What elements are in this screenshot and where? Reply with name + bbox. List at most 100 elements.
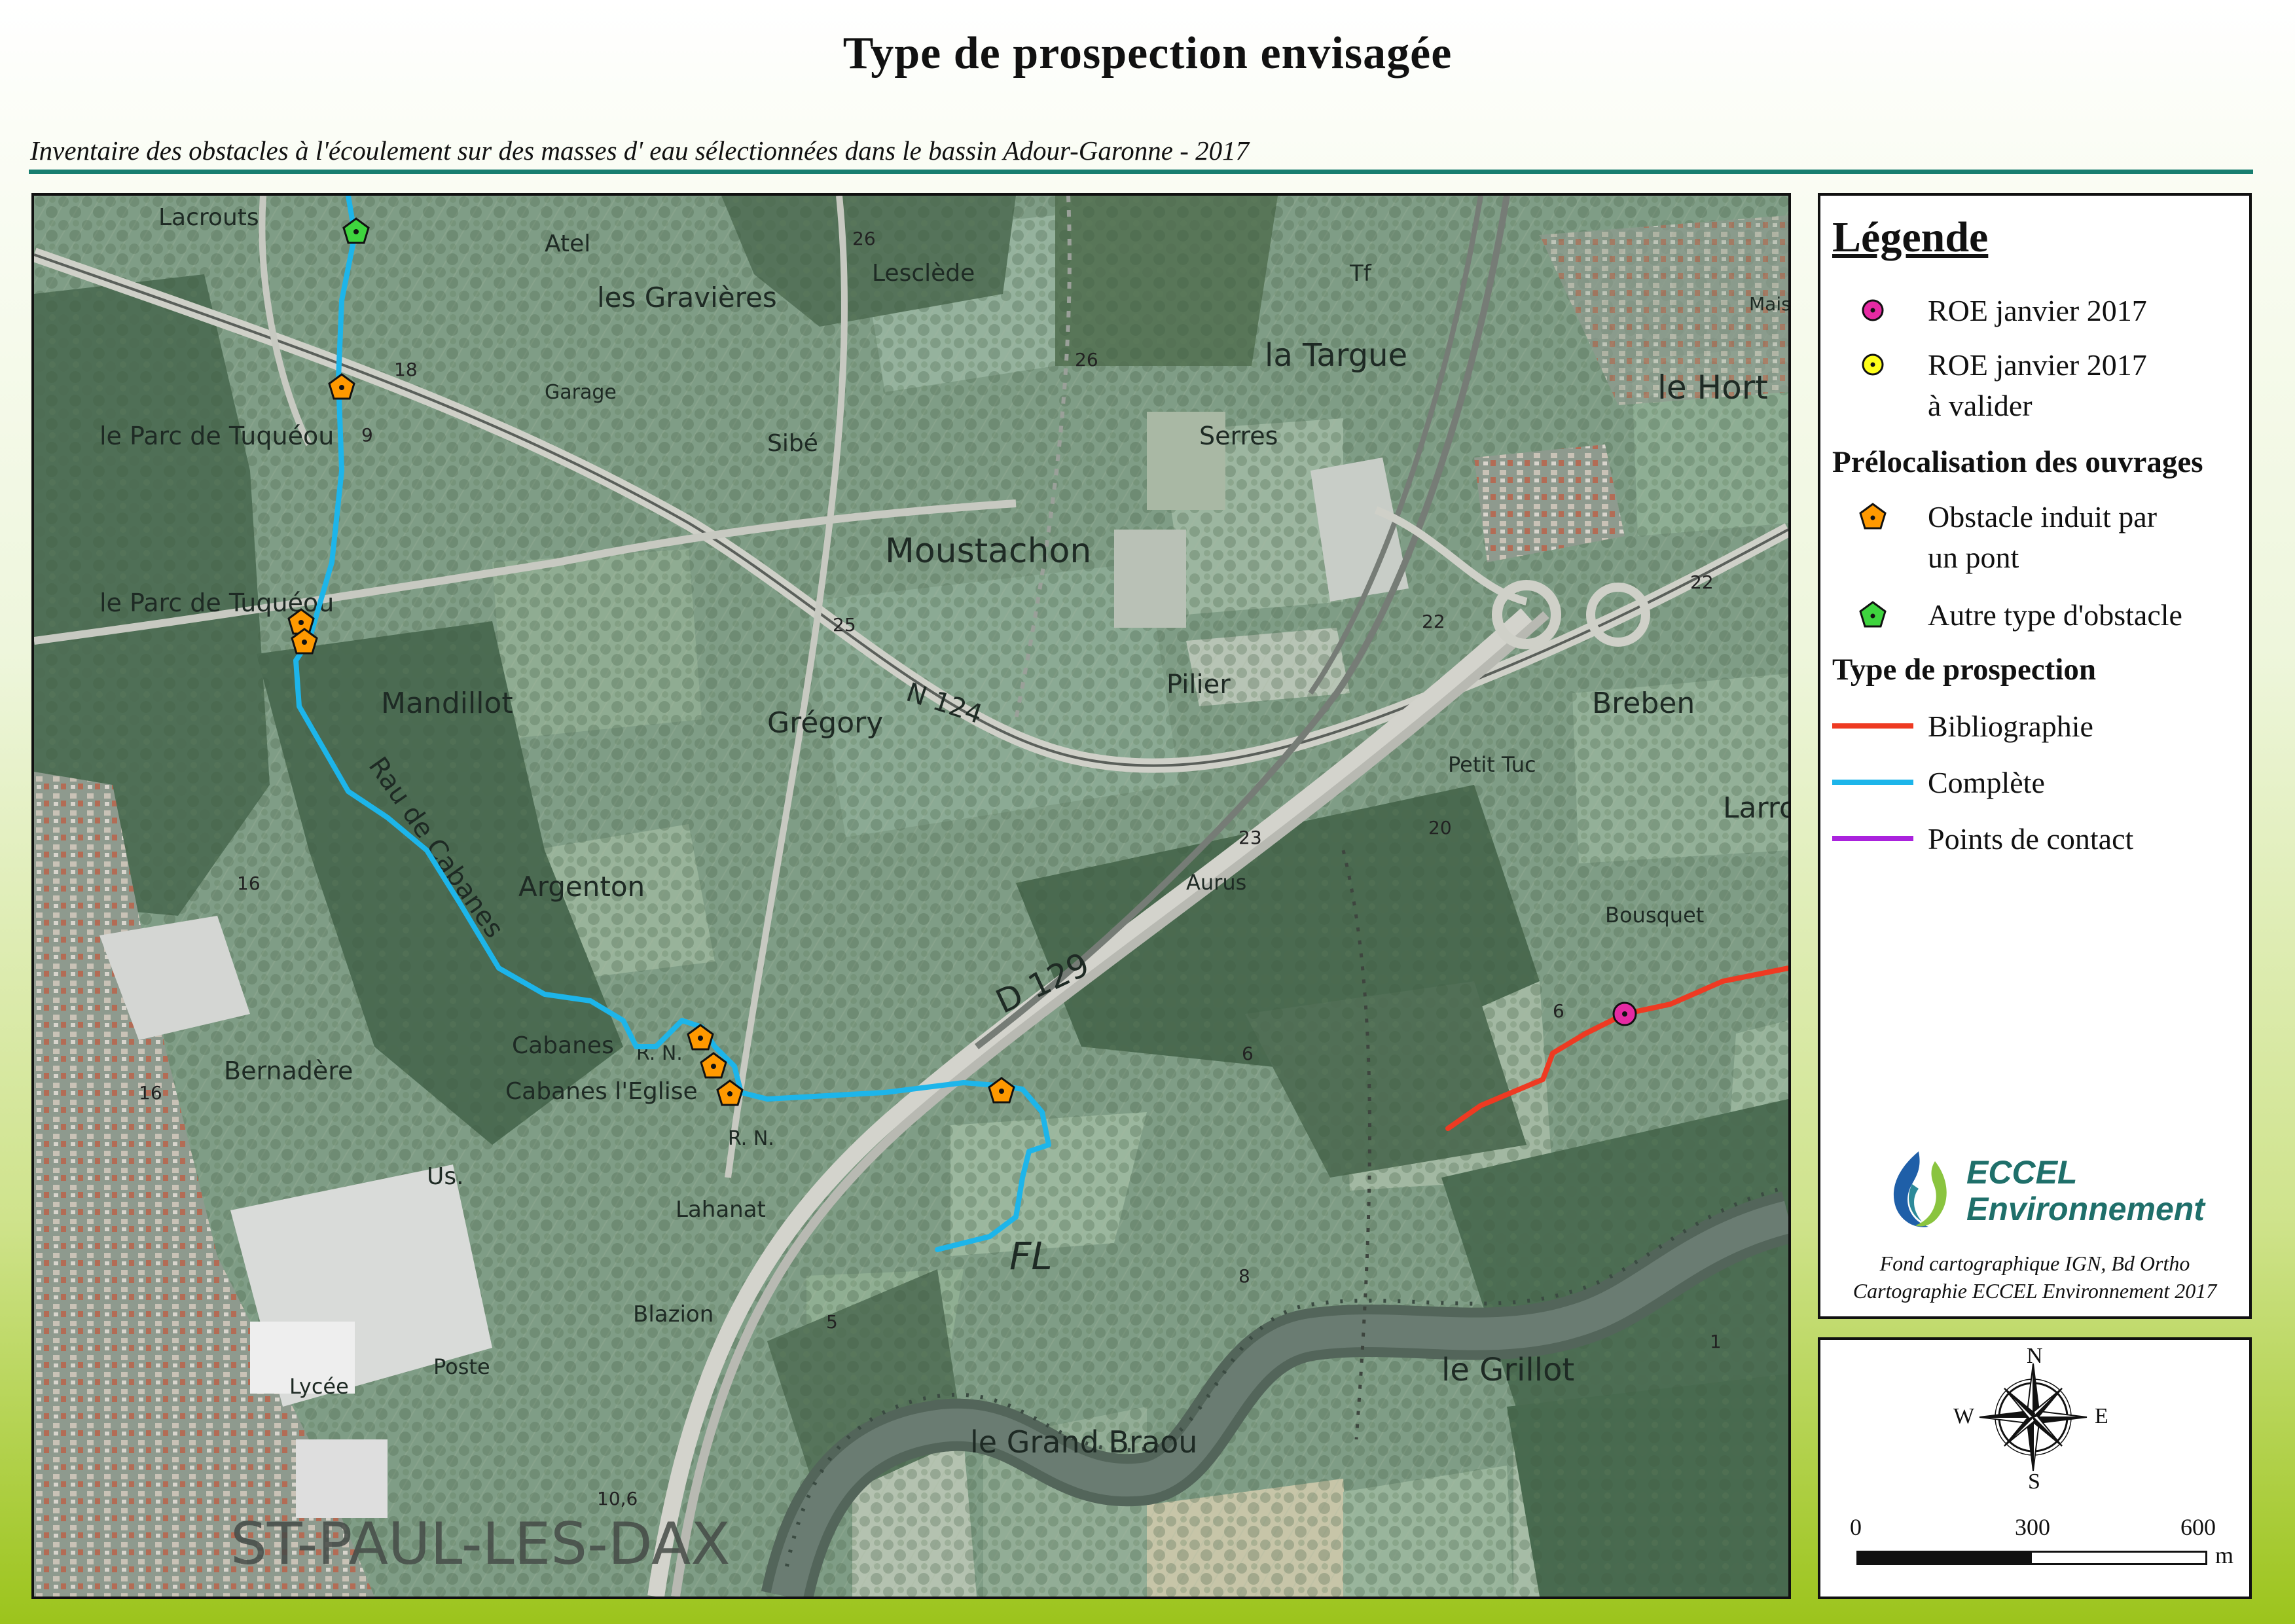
road-label: R. N.: [728, 1127, 774, 1150]
place-label: Lacrouts: [158, 204, 259, 231]
legend-item-biblio: Bibliographie: [1832, 706, 2093, 747]
spot-number: 26: [1075, 349, 1098, 370]
scale-tick-600: 600: [2180, 1514, 2216, 1540]
spot-number: 5: [826, 1311, 838, 1333]
legend-item-complete: Complète: [1832, 763, 2045, 803]
map-frame[interactable]: Lacrouts Atel les Gravières Lesclède la …: [31, 193, 1791, 1599]
scale-tick-0: 0: [1850, 1514, 1862, 1540]
place-label: Cabanes l'Eglise: [505, 1078, 698, 1105]
roe-marker[interactable]: [1612, 1001, 1637, 1026]
aerial-map[interactable]: Lacrouts Atel les Gravières Lesclède la …: [34, 196, 1788, 1597]
spot-number: 20: [1428, 817, 1452, 839]
place-label: Lesclède: [872, 260, 975, 287]
spot-number: 8: [1238, 1265, 1250, 1287]
logo-line2: Environnement: [1966, 1191, 2205, 1227]
place-label: la Targue: [1265, 337, 1407, 374]
road-label: Tf: [1349, 261, 1372, 287]
legend-item-roe: ROE janvier 2017: [1832, 291, 2147, 331]
place-label: le Grand Braou: [970, 1424, 1197, 1460]
legend-section-preloc: Prélocalisation des ouvrages: [1832, 445, 2203, 479]
legend-item-autre: Autre type d'obstacle: [1832, 595, 2182, 636]
legend-panel: Légende ROE janvier 2017 ROE janvier 201…: [1818, 193, 2252, 1319]
place-label: Argenton: [518, 871, 645, 903]
compass-scale-panel: N S E W 0 300 600 m: [1818, 1337, 2252, 1599]
place-label: Blazion: [633, 1301, 714, 1327]
compass-rose-icon: [1979, 1363, 2087, 1471]
eccel-droplet-icon: [1893, 1151, 1947, 1227]
legend-label: Points de contact: [1928, 822, 2134, 856]
eccel-logo: ECCEL Environnement: [1883, 1148, 2205, 1233]
legend-label: Autre type d'obstacle: [1928, 598, 2182, 632]
place-label: Bernadère: [224, 1056, 353, 1085]
map-credits: Fond cartographique IGN, Bd Ortho Cartogr…: [1852, 1252, 2217, 1303]
spot-number: 16: [237, 873, 261, 894]
autre-pentagon-icon: [1859, 601, 1887, 628]
place-label: Poste: [433, 1354, 490, 1379]
scale-unit: m: [2215, 1542, 2234, 1568]
roe-valider-symbol-icon: [1862, 353, 1884, 376]
place-label: le Parc de Tuquéou: [99, 422, 334, 450]
place-label: Grégory: [767, 706, 883, 740]
place-label: Larrou: [1723, 791, 1788, 825]
place-label: Mandillot: [381, 687, 513, 720]
compass-north: N: [2027, 1344, 2043, 1368]
scale-bar-fill: [1858, 1553, 2032, 1563]
place-label: Lycée: [289, 1374, 349, 1399]
spot-number: 16: [139, 1082, 162, 1104]
place-label: Moustachon: [885, 532, 1091, 571]
place-label: Petit Tuc: [1448, 752, 1536, 777]
legend-item-pont: Obstacle induit par un pont: [1832, 497, 2157, 578]
place-label: Breben: [1592, 687, 1695, 720]
legend-section-type: Type de prospection: [1832, 653, 2097, 687]
place-label: Pilier: [1166, 670, 1231, 700]
legend-label: Obstacle induit par un pont: [1928, 500, 2158, 574]
place-label: Mais. de retrai: [1749, 293, 1788, 315]
legend-title: Légende: [1832, 213, 1989, 261]
spot-number: 22: [1690, 571, 1714, 593]
place-label: Bousquet: [1605, 903, 1704, 928]
place-label: Us.: [427, 1163, 464, 1190]
logo-line1: ECCEL: [1966, 1154, 2078, 1191]
place-label: Garage: [545, 381, 617, 404]
spot-number: 22: [1422, 611, 1445, 632]
legend-label: Complète: [1928, 766, 2045, 799]
map-subtitle: Inventaire des obstacles à l'écoulement …: [30, 135, 1250, 166]
legend-label: ROE janvier 2017 à valider: [1928, 348, 2147, 422]
spot-number: 10,6: [597, 1488, 638, 1509]
place-label: le Grillot: [1441, 1352, 1574, 1388]
spot-number: 1: [1710, 1331, 1722, 1352]
place-label: Serres: [1199, 422, 1278, 450]
legend-item-contact: Points de contact: [1832, 819, 2133, 859]
legend-label: ROE janvier 2017: [1928, 294, 2147, 327]
spot-number: 26: [852, 228, 876, 249]
place-label: Cabanes: [512, 1032, 614, 1059]
map-title: Type de prospection envisagée: [842, 28, 1453, 79]
spot-number: 6: [1553, 1000, 1564, 1022]
compass-rose: N S E W: [1953, 1344, 2108, 1494]
compass-east: E: [2095, 1404, 2108, 1428]
scale-bar: [1856, 1551, 2207, 1565]
contact-line-icon: [1832, 836, 1913, 841]
place-label: Aurus: [1186, 870, 1246, 895]
place-label: Atel: [545, 230, 590, 257]
place-label: ST-PAUL-LES-DAX: [230, 1510, 731, 1578]
roe-symbol-icon: [1862, 299, 1884, 321]
place-label: les Gravières: [597, 281, 777, 314]
legend-item-roe-valider: ROE janvier 2017 à valider: [1832, 345, 2147, 426]
place-label: Lahanat: [676, 1197, 766, 1223]
legend-label: Bibliographie: [1928, 710, 2093, 743]
spot-number: 25: [833, 614, 856, 636]
compass-south: S: [2028, 1470, 2040, 1494]
scale-tick-300: 300: [2015, 1514, 2050, 1540]
river-label: FL: [1009, 1234, 1053, 1278]
spot-number: 9: [361, 424, 373, 446]
spot-number: 23: [1238, 827, 1262, 848]
spot-number: 18: [394, 359, 418, 380]
spot-number: 6: [1242, 1043, 1254, 1064]
place-label: Sibé: [767, 430, 818, 457]
biblio-line-icon: [1832, 723, 1913, 729]
title-divider: [29, 170, 2253, 174]
compass-west: W: [1953, 1404, 1975, 1428]
place-label: le Hort: [1657, 369, 1768, 406]
pont-pentagon-icon: [1859, 503, 1887, 530]
